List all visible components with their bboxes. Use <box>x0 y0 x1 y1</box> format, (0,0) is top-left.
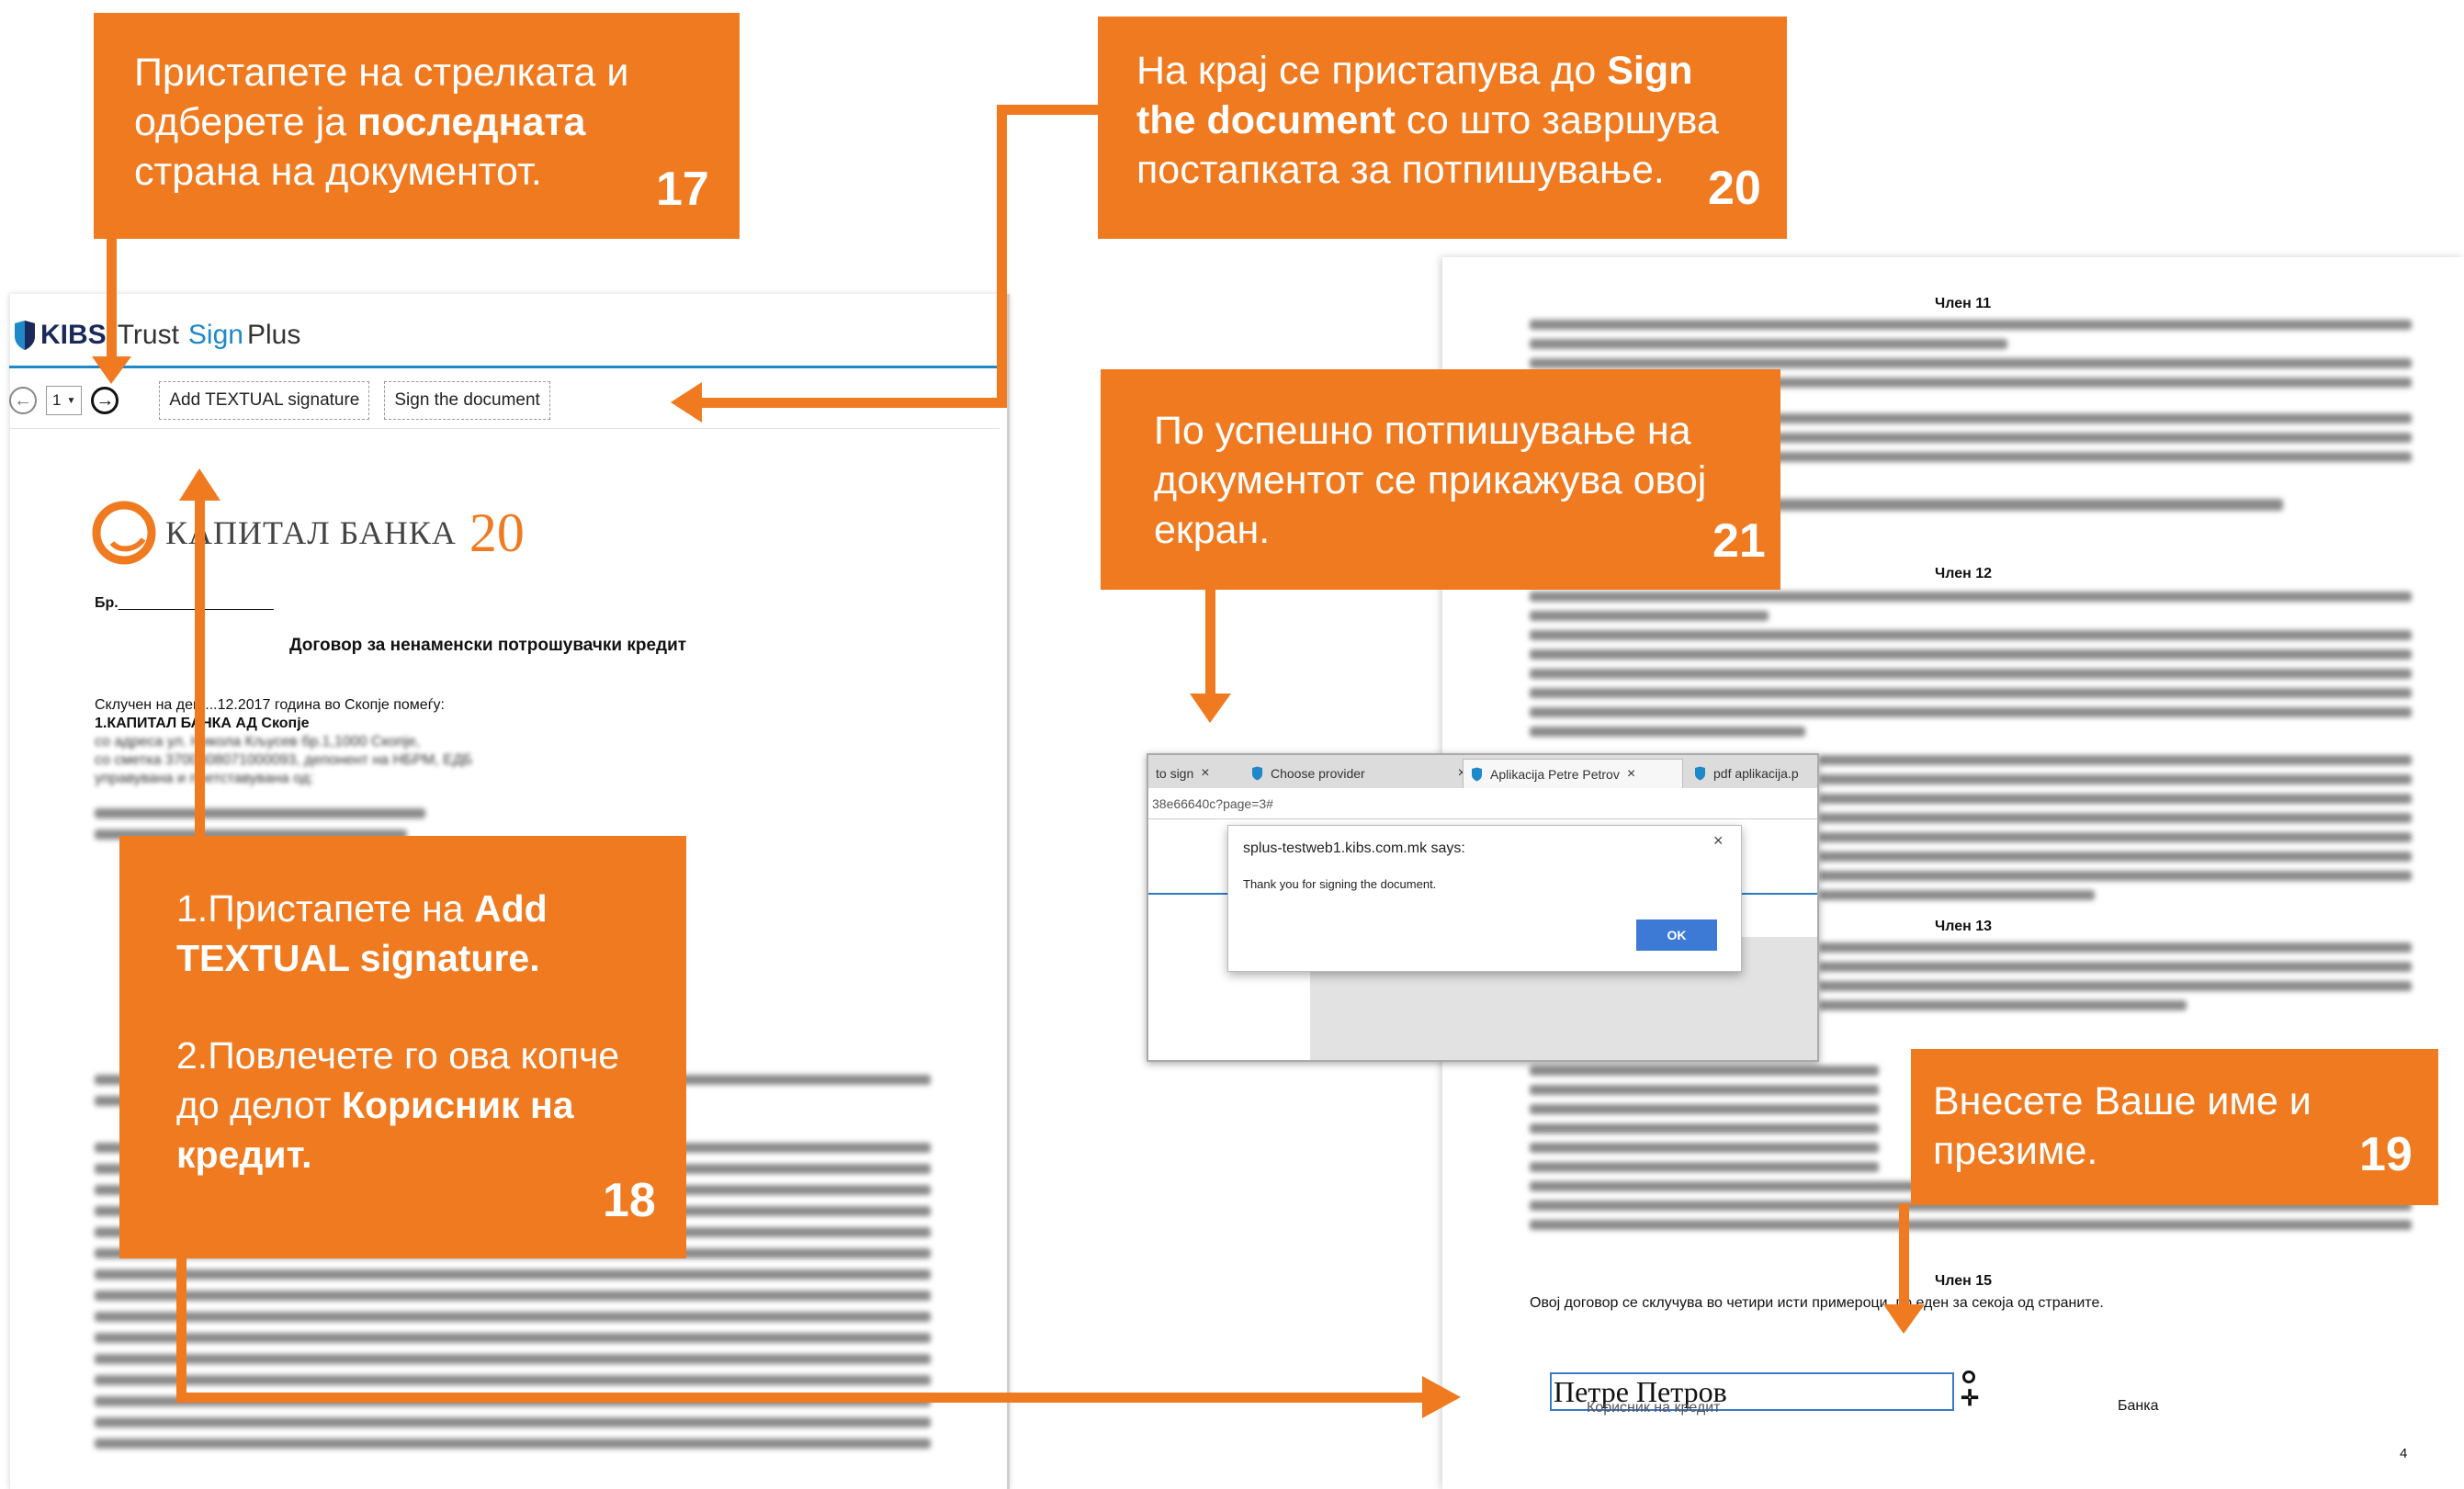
callout-18-number: 18 <box>603 1174 656 1227</box>
arrow-18-across <box>176 1393 1426 1403</box>
callout-20-number: 20 <box>1708 162 1761 215</box>
callout-19-text: Внесете Ваше име и презиме. <box>1933 1079 2311 1173</box>
callout-17-text: Пристапете на стрелката и одберете ја по… <box>134 51 629 194</box>
callout-17-number: 17 <box>656 163 709 216</box>
arrow-18-up-head <box>179 468 220 501</box>
callout-20-text: На крај се пристапува до Sign the docume… <box>1136 49 1719 192</box>
callout-21: По успешно потпишување на документот се … <box>1101 369 1780 590</box>
callout-21-number: 21 <box>1712 514 1766 568</box>
callout-20: На крај се пристапува до Sign the docume… <box>1098 17 1787 239</box>
arrow-17-shaft <box>107 239 117 358</box>
arrow-21-shaft <box>1205 588 1215 698</box>
arrow-18-down <box>176 1258 186 1403</box>
callout-21-text: По успешно потпишување на документот се … <box>1154 409 1707 552</box>
arrow-20-vertical <box>997 105 1007 408</box>
callout-19-number: 19 <box>2359 1128 2413 1181</box>
callout-17: Пристапете на стрелката и одберете ја по… <box>94 13 740 239</box>
callout-18-step-1: 1.Пристапете на Add TEXTUAL signature. <box>176 887 548 979</box>
arrow-18-head <box>1422 1376 1461 1418</box>
callout-18: 1.Пристапете на Add TEXTUAL signature. 2… <box>119 836 686 1258</box>
arrow-21-head <box>1190 694 1231 723</box>
arrow-18-up-shaft <box>195 496 205 863</box>
arrow-17-head <box>92 356 131 384</box>
callout-19: Внесете Ваше име и презиме. 19 <box>1911 1049 2438 1205</box>
arrow-20-shaft <box>696 398 1007 408</box>
arrow-20-head <box>671 382 702 423</box>
arrow-20-top <box>997 105 1098 115</box>
arrow-19-head <box>1883 1304 1925 1334</box>
arrow-19-shaft <box>1899 1203 1909 1309</box>
callout-18-step-2: 2.Повлечете го ова копче до делот Корисн… <box>176 1034 620 1176</box>
